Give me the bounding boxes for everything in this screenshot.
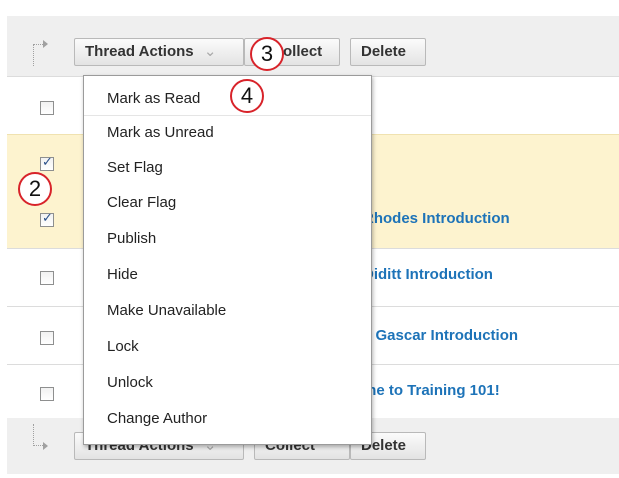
menu-item-mark-as-read[interactable]: Mark as Read [84, 82, 371, 116]
menu-item-hide[interactable]: Hide [84, 258, 371, 292]
menu-item-label: Change Author [107, 410, 208, 427]
menu-item-clear-flag[interactable]: Clear Flag [84, 186, 371, 220]
thread-actions-label: Thread Actions [85, 43, 194, 60]
callout-2: 2 [18, 172, 52, 206]
delete-button[interactable]: Delete [350, 38, 426, 66]
menu-item-mark-as-unread[interactable]: Mark as Unread [84, 116, 371, 150]
menu-item-label: Unlock [107, 374, 153, 391]
row-checkbox[interactable] [40, 211, 54, 227]
thread-actions-menu: Mark as Read Mark as Unread Set Flag Cle… [83, 75, 372, 445]
thread-title-link[interactable]: Rhodes Introduction [363, 210, 510, 227]
thread-title-link[interactable]: me to Training 101! [363, 382, 500, 399]
collect-label: ollect [283, 43, 323, 60]
thread-title-link[interactable]: Diditt Introduction [363, 266, 493, 283]
top-action-bar: Thread Actions ⌄ ollect Delete [7, 16, 619, 76]
arrow-down-right-icon [33, 40, 48, 66]
chevron-down-icon: ⌄ [203, 43, 217, 60]
menu-item-make-unavailable[interactable]: Make Unavailable [84, 294, 371, 328]
menu-item-label: Set Flag [107, 159, 163, 176]
callout-3: 3 [250, 37, 284, 71]
discussion-thread-panel: Thread Actions ⌄ ollect Delete l Rhodes … [7, 0, 619, 478]
menu-item-label: Lock [107, 338, 139, 355]
row-checkbox[interactable] [40, 155, 54, 171]
row-checkbox[interactable] [40, 387, 54, 401]
menu-item-label: Hide [107, 266, 138, 283]
menu-item-label: Clear Flag [107, 194, 177, 211]
select-all-checkbox[interactable] [40, 101, 54, 115]
callout-4: 4 [230, 79, 264, 113]
menu-item-unlock[interactable]: Unlock [84, 366, 371, 400]
menu-item-label: Mark as Read [107, 90, 201, 107]
thread-actions-button[interactable]: Thread Actions ⌄ [74, 38, 244, 66]
menu-item-set-flag[interactable]: Set Flag [84, 151, 371, 185]
menu-item-label: Publish [107, 230, 157, 247]
row-checkbox[interactable] [40, 271, 54, 285]
menu-item-lock[interactable]: Lock [84, 330, 371, 364]
arrow-up-right-icon [33, 424, 48, 450]
menu-item-label: Mark as Unread [107, 124, 214, 141]
menu-item-publish[interactable]: Publish [84, 222, 371, 256]
thread-title-link[interactable]: e Gascar Introduction [363, 327, 518, 344]
menu-item-change-author[interactable]: Change Author [84, 402, 371, 436]
delete-label: Delete [361, 43, 407, 60]
menu-item-label: Make Unavailable [107, 302, 227, 319]
row-checkbox[interactable] [40, 331, 54, 345]
